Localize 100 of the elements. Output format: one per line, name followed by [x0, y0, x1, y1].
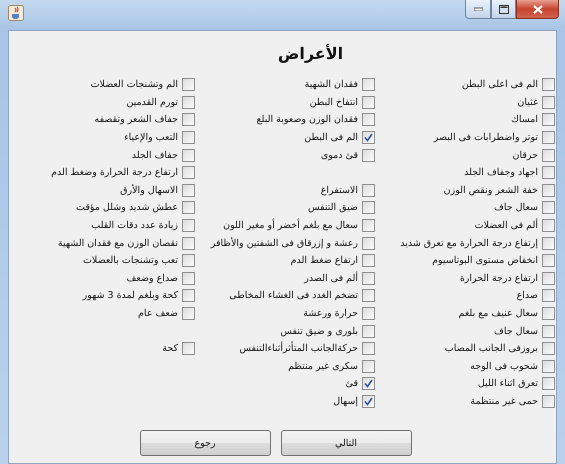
checkbox-label[interactable]: سعال عنيف مع بلغم — [458, 308, 538, 320]
minimize-button[interactable] — [465, 0, 491, 19]
checkbox-label[interactable]: ألم فى الصدر — [304, 272, 358, 284]
checkbox-label[interactable]: التعب والإعياء — [124, 132, 178, 144]
nav-button[interactable]: التالي — [280, 430, 412, 456]
checkbox-label[interactable]: إسهال — [333, 396, 358, 407]
checkbox[interactable] — [362, 131, 375, 144]
maximize-button[interactable] — [491, 0, 516, 19]
checkbox-label[interactable]: امساك — [511, 114, 538, 126]
close-button[interactable] — [516, 0, 559, 19]
checkbox-label[interactable]: سعال مع بلغم أخضر أو مغير اللون — [223, 220, 358, 232]
checkbox[interactable] — [362, 201, 375, 214]
checkbox[interactable] — [542, 272, 555, 285]
checkbox-label[interactable]: قئ دموى — [320, 150, 358, 161]
checkbox[interactable] — [182, 113, 195, 126]
checkbox-label[interactable]: حرقان — [512, 150, 538, 161]
checkbox-label[interactable]: توتر واضطرابات فى البصر — [434, 132, 538, 144]
checkbox-label[interactable]: زيادة عدد دقات القلب — [91, 220, 178, 232]
checkbox[interactable] — [182, 289, 195, 302]
checkbox-label[interactable]: انخفاض مستوى البوتاسيوم — [432, 255, 538, 266]
checkbox[interactable] — [542, 113, 555, 126]
checkbox-label[interactable]: خفة الشعر ونقص الوزن — [444, 184, 538, 196]
checkbox[interactable] — [182, 201, 195, 214]
checkbox[interactable] — [542, 394, 555, 408]
checkbox[interactable] — [542, 307, 555, 320]
checkbox[interactable] — [542, 131, 555, 144]
checkbox[interactable] — [542, 289, 555, 302]
checkbox-label[interactable]: تعب وتشنجات بالعضلات — [82, 255, 178, 266]
checkbox-label[interactable]: الم فى اعلى البطن — [462, 79, 538, 90]
checkbox-label[interactable]: تعرق اثناء الليل — [478, 378, 538, 390]
checkbox-label[interactable]: الم فى البطن — [304, 132, 358, 144]
checkbox-label[interactable]: ألم فى العضلات — [474, 220, 538, 232]
checkbox-label[interactable]: سكرى غير منتظم — [288, 360, 358, 372]
checkbox[interactable] — [362, 113, 375, 126]
checkbox[interactable] — [362, 377, 375, 390]
checkbox[interactable] — [182, 254, 195, 268]
checkbox-label[interactable]: نقصان الوزن مع فقدان الشهية — [58, 238, 178, 249]
checkbox-label[interactable]: الاسهال والأرق — [120, 184, 178, 196]
checkbox[interactable] — [362, 360, 375, 373]
checkbox-label[interactable]: فقدان الشهية — [304, 79, 358, 90]
checkbox[interactable] — [542, 201, 555, 214]
checkbox[interactable] — [182, 219, 195, 232]
checkbox[interactable] — [182, 131, 195, 144]
checkbox-label[interactable]: سعال جاف — [494, 326, 538, 337]
checkbox-label[interactable]: ارتفاع درجة الحرارة — [460, 272, 538, 284]
checkbox-label[interactable]: ضيق التنفس — [308, 202, 358, 214]
checkbox-label[interactable]: صداع — [516, 290, 538, 302]
checkbox[interactable] — [182, 166, 195, 180]
checkbox[interactable] — [362, 394, 375, 408]
nav-button[interactable]: رجوع — [140, 430, 270, 456]
checkbox[interactable] — [182, 78, 195, 92]
checkbox-label[interactable]: ارتفاع درجة الحرارة وضغط الدم — [51, 167, 178, 178]
checkbox-label[interactable]: جفاف الشعر وتقصفه — [94, 114, 178, 126]
checkbox[interactable] — [362, 342, 375, 356]
checkbox[interactable] — [182, 148, 195, 162]
checkbox[interactable] — [542, 166, 555, 180]
checkbox-label[interactable]: شحوب فى الوجه — [470, 360, 538, 372]
checkbox[interactable] — [542, 236, 555, 250]
checkbox[interactable] — [362, 254, 375, 268]
checkbox[interactable] — [182, 272, 195, 285]
checkbox[interactable] — [362, 184, 375, 197]
checkbox-label[interactable]: سعال جاف — [494, 202, 538, 214]
checkbox[interactable] — [542, 78, 555, 92]
checkbox[interactable] — [542, 96, 555, 109]
checkbox[interactable] — [182, 184, 195, 197]
checkbox[interactable] — [362, 236, 375, 250]
checkbox-label[interactable]: عطش شديد وشلل مؤقت — [76, 202, 178, 214]
checkbox[interactable] — [362, 78, 375, 92]
checkbox-label[interactable]: الاستفراغ — [320, 184, 358, 196]
checkbox-label[interactable]: فقدان الوزن وصعوبة البلع — [256, 114, 358, 126]
checkbox[interactable] — [542, 360, 555, 373]
checkbox[interactable] — [362, 324, 375, 338]
checkbox[interactable] — [542, 148, 555, 162]
checkbox-label[interactable]: حركةالجانب المتأثرأثناءالتنفس — [239, 343, 358, 354]
checkbox-label[interactable]: بروزفى الجانب المصاب — [444, 343, 538, 354]
checkbox-label[interactable]: انتفاخ البطن — [310, 96, 358, 108]
checkbox-label[interactable]: بلورى و ضيق تنفس — [280, 326, 358, 337]
checkbox[interactable] — [542, 377, 555, 390]
checkbox[interactable] — [542, 254, 555, 268]
checkbox[interactable] — [362, 272, 375, 285]
checkbox-label[interactable]: ضعف عام — [138, 308, 178, 320]
checkbox[interactable] — [182, 96, 195, 109]
checkbox-label[interactable]: تورم القدمين — [126, 96, 178, 108]
checkbox[interactable] — [542, 184, 555, 197]
checkbox[interactable] — [362, 219, 375, 232]
checkbox-label[interactable]: تضخم الغدد فى الغشاء المخاطى — [229, 290, 358, 302]
checkbox-label[interactable]: حمى غير منتظمة — [470, 396, 538, 407]
checkbox[interactable] — [542, 324, 555, 338]
checkbox-label[interactable]: حرارة ورعشة — [303, 308, 358, 320]
checkbox[interactable] — [362, 96, 375, 109]
checkbox[interactable] — [542, 219, 555, 232]
checkbox[interactable] — [362, 289, 375, 302]
checkbox-label[interactable]: اجهاد وجفاف الجلد — [464, 167, 538, 178]
checkbox-label[interactable]: الم وتشنجات العضلات — [90, 79, 178, 90]
checkbox[interactable] — [182, 236, 195, 250]
checkbox[interactable] — [362, 148, 375, 162]
checkbox-label[interactable]: غثيان — [517, 96, 538, 108]
checkbox-label[interactable]: ارتفاع ضغط الدم — [290, 255, 358, 266]
checkbox-label[interactable]: قئ — [346, 378, 358, 390]
checkbox-label[interactable]: كحة وبلغم لمدة 3 شهور — [82, 290, 178, 302]
